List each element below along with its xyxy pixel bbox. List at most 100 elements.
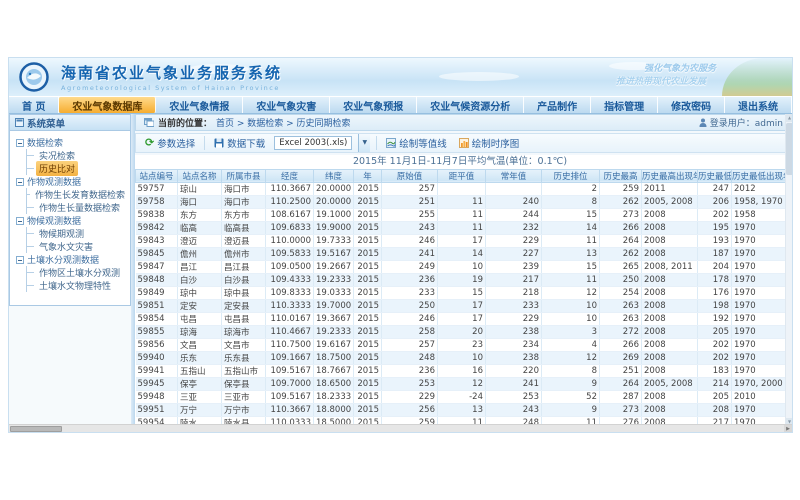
table-cell: 海口市 — [222, 195, 266, 208]
table-cell: 2008, 2011 — [642, 260, 698, 273]
table-row[interactable]: 59945保亭保亭县109.700018.6500201525312241926… — [136, 377, 788, 390]
table-cell: 59845 — [136, 247, 178, 260]
table-row[interactable]: 59842临高临高县109.683319.9000201524311232142… — [136, 221, 788, 234]
horizontal-scrollbar[interactable]: ▶ — [9, 424, 792, 432]
collapse-icon[interactable] — [16, 217, 24, 225]
table-cell: 238 — [486, 325, 542, 338]
table-cell: 2008 — [642, 299, 698, 312]
tree-leaf-2-1[interactable]: 气象水文灾害 — [27, 240, 128, 253]
table-cell: 19.3667 — [314, 312, 354, 325]
table-cell: 2008 — [642, 403, 698, 416]
table-cell: 247 — [698, 182, 732, 195]
table-cell: 217 — [486, 273, 542, 286]
tree-leaf-1-1[interactable]: 作物生长量数据检索 — [27, 201, 128, 214]
table-cell: 256 — [382, 403, 438, 416]
table-row[interactable]: 59843澄迈澄迈县110.000019.7333201524617229112… — [136, 234, 788, 247]
table-row[interactable]: 59948三亚三亚市109.516718.23332015229-2425352… — [136, 390, 788, 403]
collapse-icon[interactable] — [16, 178, 24, 186]
table-cell: 15 — [542, 260, 600, 273]
draw-contour-button[interactable]: 绘制等值线 — [383, 135, 450, 151]
nav-item-1[interactable]: 农业气象数据库 — [59, 97, 156, 113]
table-cell: 9 — [542, 377, 600, 390]
tree-leaf-0-1[interactable]: 历史比对 — [27, 162, 128, 175]
collapse-icon[interactable] — [16, 256, 24, 264]
table-cell: 11 — [542, 234, 600, 247]
table-cell: 59843 — [136, 234, 178, 247]
table-row[interactable]: 59941五指山五指山市109.516718.76672015236162208… — [136, 364, 788, 377]
table-cell: 万宁 — [178, 403, 222, 416]
nav-item-2[interactable]: 农业气象情报 — [156, 97, 243, 113]
login-user: 登录用户：admin — [699, 116, 783, 129]
table-row[interactable]: 59940乐东乐东县109.166718.7500201524810238122… — [136, 351, 788, 364]
table-cell: 59951 — [136, 403, 178, 416]
vertical-scrollbar[interactable]: ▲ ▼ — [785, 114, 792, 426]
table-row[interactable]: 59838东方东方市108.616719.1000201525511244152… — [136, 208, 788, 221]
sidebar-header: 系统菜单 — [10, 115, 130, 131]
nav-item-8[interactable]: 修改密码 — [658, 97, 725, 113]
breadcrumb[interactable]: 首页 > 数据检索 > 历史同期检索 — [216, 116, 351, 129]
table-cell: 1970 — [732, 403, 788, 416]
table-cell: 1970 — [732, 364, 788, 377]
table-row[interactable]: 59758海口海口市110.250020.0000201525111240826… — [136, 195, 788, 208]
table-cell: 248 — [382, 351, 438, 364]
table-cell: 238 — [486, 351, 542, 364]
table-row[interactable]: 59847昌江昌江县109.050019.2667201524910239152… — [136, 260, 788, 273]
table-cell: 110.3667 — [266, 403, 314, 416]
table-cell: 193 — [698, 234, 732, 247]
table-row[interactable]: 59854屯昌屯昌县110.016719.3667201524617229102… — [136, 312, 788, 325]
data-download-button[interactable]: 数据下载 — [211, 135, 268, 151]
nav-item-0[interactable]: 首 页 — [9, 97, 59, 113]
nav-item-6[interactable]: 产品制作 — [524, 97, 591, 113]
table-cell: 59948 — [136, 390, 178, 403]
nav-bar: 首 页农业气象数据库农业气象情报农业气象灾害农业气象预报农业气候资源分析产品制作… — [9, 96, 792, 114]
tree-leaf-3-1[interactable]: 土壤水文物理特性 — [27, 279, 128, 292]
tree-children: 作物生长发育数据检索作物生长量数据检索 — [26, 188, 128, 214]
table-cell: 198 — [698, 299, 732, 312]
nav-item-3[interactable]: 农业气象灾害 — [243, 97, 330, 113]
scroll-right-arrow[interactable]: ▶ — [784, 425, 792, 433]
banner-slogan: 强化气象为农服务 推进热带现代农业发展 — [616, 63, 716, 89]
table-cell: 214 — [698, 377, 732, 390]
table-row[interactable]: 59757琼山海口市110.366720.0000201525722592011… — [136, 182, 788, 195]
horizontal-scroll-thumb[interactable] — [10, 426, 62, 432]
table-cell: 19.1000 — [314, 208, 354, 221]
table-cell: 2015 — [354, 273, 382, 286]
param-select-button[interactable]: ⟳ 参数选择 — [142, 135, 198, 151]
column-header: 年 — [354, 169, 382, 182]
table-cell: 241 — [486, 377, 542, 390]
vertical-scroll-thumb[interactable] — [786, 123, 792, 175]
format-dropdown-button[interactable]: ▼ — [358, 134, 370, 152]
nav-item-9[interactable]: 退出系统 — [725, 97, 792, 113]
table-cell: 272 — [600, 325, 642, 338]
draw-timeseries-button[interactable]: 绘制时序图 — [456, 135, 523, 151]
table-row[interactable]: 59851定安定安县110.333319.7000201525017233102… — [136, 299, 788, 312]
table-cell: 2015 — [354, 260, 382, 273]
scroll-up-arrow[interactable]: ▲ — [786, 114, 792, 122]
table-cell: 208 — [698, 403, 732, 416]
nav-item-7[interactable]: 指标管理 — [591, 97, 658, 113]
table-row[interactable]: 59855琼海琼海市110.466719.2333201525820238327… — [136, 325, 788, 338]
nav-item-4[interactable]: 农业气象预报 — [330, 97, 417, 113]
table-row[interactable]: 59856文昌文昌市110.750019.6167201525723234426… — [136, 338, 788, 351]
table-cell: 19.2667 — [314, 260, 354, 273]
table-cell: 233 — [382, 286, 438, 299]
collapse-icon[interactable] — [16, 139, 24, 147]
table-cell: 236 — [382, 364, 438, 377]
table-cell: 儋州市 — [222, 247, 266, 260]
column-header: 历史最高出现年份 — [642, 169, 698, 182]
table-cell: 琼海 — [178, 325, 222, 338]
table-cell: 2010 — [732, 390, 788, 403]
table-cell: 205 — [698, 325, 732, 338]
table-row[interactable]: 59849琼中琼中县109.833319.0333201523315218122… — [136, 286, 788, 299]
table-row[interactable]: 59848白沙白沙县109.433319.2333201523619217112… — [136, 273, 788, 286]
table-cell: 11 — [542, 273, 600, 286]
table-cell: 259 — [600, 182, 642, 195]
nav-item-5[interactable]: 农业气候资源分析 — [417, 97, 524, 113]
table-cell: 218 — [486, 286, 542, 299]
download-format-select[interactable]: Excel 2003(.xls) — [274, 136, 352, 150]
column-header: 历史最低出现年份 — [732, 169, 788, 182]
table-row[interactable]: 59845儋州儋州市109.583319.5167201524114227132… — [136, 247, 788, 260]
table-cell: 1970 — [732, 299, 788, 312]
table-row[interactable]: 59951万宁万宁市110.366718.8000201525613243927… — [136, 403, 788, 416]
table-cell: 2005, 2008 — [642, 377, 698, 390]
